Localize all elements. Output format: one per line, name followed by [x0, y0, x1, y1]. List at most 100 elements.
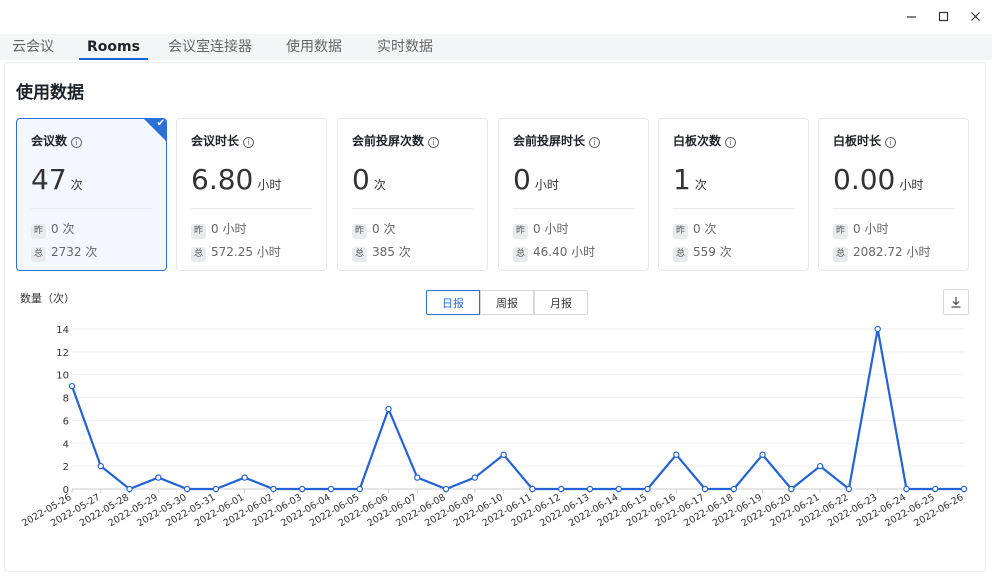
- card-value: 0 小时: [513, 163, 559, 196]
- card-title: 会议数 i: [31, 132, 83, 149]
- card-title: 会前投屏次数 i: [352, 132, 440, 149]
- data-point: [673, 451, 680, 458]
- card-divider: [833, 208, 954, 209]
- info-icon[interactable]: i: [725, 137, 737, 148]
- data-point: [759, 451, 766, 458]
- card-value-unit: 次: [70, 178, 83, 192]
- card-title-text: 会前投屏次数: [352, 134, 425, 148]
- yesterday-badge: 昨: [191, 224, 206, 239]
- maximize-icon[interactable]: [928, 4, 958, 28]
- data-point: [68, 382, 76, 390]
- card-total-value: 385 次: [372, 245, 411, 259]
- card-value: 6.80 小时: [191, 163, 281, 196]
- data-point: [816, 462, 824, 470]
- data-point: [155, 474, 162, 481]
- info-icon[interactable]: i: [428, 137, 440, 148]
- data-point: [471, 474, 479, 481]
- data-point: [615, 485, 622, 493]
- minimize-icon[interactable]: [896, 4, 926, 28]
- card-total-row: 总 46.40 小时: [513, 243, 595, 262]
- card-value: 0次: [352, 163, 386, 196]
- card-yesterday-row: 昨 0 小时: [513, 220, 568, 239]
- download-icon: [951, 297, 961, 308]
- card-divider: [352, 208, 473, 209]
- y-tick-label: 6: [63, 416, 69, 427]
- card-total-value: 46.40 小时: [533, 245, 596, 259]
- stat-card[interactable]: 白板次数 i 1 次昨 0 次总 559 次: [658, 118, 809, 271]
- y-tick-label: 8: [63, 394, 69, 405]
- card-total-row: 总 2082.72 小时: [833, 243, 930, 262]
- card-total-value: 572.25 小时: [211, 245, 281, 259]
- data-point: [97, 462, 104, 470]
- total-badge: 总: [673, 247, 688, 262]
- data-point: [442, 485, 450, 493]
- stat-card[interactable]: 白板时长 i 0.00 小时昨 0 小时总 2082.72 小时: [818, 118, 969, 271]
- info-icon[interactable]: i: [589, 137, 601, 148]
- download-button[interactable]: [943, 289, 969, 315]
- data-point: [183, 485, 191, 493]
- info-icon[interactable]: i: [71, 137, 83, 148]
- card-title: 会议时长 i: [191, 132, 255, 149]
- tab-usage-data[interactable]: 使用数据: [286, 37, 342, 60]
- yesterday-badge: 昨: [513, 224, 528, 239]
- card-total-value: 2082.72 小时: [853, 245, 931, 259]
- card-yesterday-row: 昨 0 次: [673, 220, 716, 239]
- period-weekly-button[interactable]: 周报: [480, 290, 534, 315]
- info-icon[interactable]: i: [885, 137, 897, 148]
- card-title-text: 会议数: [31, 134, 68, 148]
- data-point: [644, 485, 651, 493]
- card-value-unit: 小时: [534, 178, 559, 192]
- data-point: [845, 485, 853, 493]
- card-yesterday-value: 0 次: [372, 222, 396, 236]
- info-icon[interactable]: i: [243, 137, 255, 148]
- close-icon[interactable]: [960, 4, 990, 28]
- data-point: [586, 485, 594, 493]
- card-total-row: 总 2732 次: [31, 243, 97, 262]
- card-title: 会前投屏时长 i: [513, 132, 601, 149]
- card-total-row: 总 559 次: [673, 243, 732, 262]
- card-value: 47 次: [31, 163, 83, 196]
- period-monthly-button[interactable]: 月报: [534, 290, 588, 315]
- window-title-bar: [0, 0, 992, 34]
- card-yesterday-row: 昨 0 次: [31, 220, 74, 239]
- data-point: [557, 485, 565, 493]
- total-badge: 总: [352, 247, 367, 262]
- total-badge: 总: [513, 247, 528, 262]
- card-divider: [191, 208, 312, 209]
- card-value-number: 47: [31, 163, 67, 196]
- data-point: [241, 474, 248, 481]
- y-tick-label: 10: [56, 371, 69, 382]
- data-point: [529, 485, 536, 493]
- card-title: 白板次数 i: [673, 132, 737, 149]
- tab-room-connector[interactable]: 会议室连接器: [168, 37, 252, 60]
- data-point: [414, 474, 421, 481]
- card-total-row: 总 385 次: [352, 243, 411, 262]
- card-value: 0.00 小时: [833, 163, 923, 196]
- data-point: [500, 451, 507, 458]
- total-badge: 总: [191, 247, 206, 262]
- check-icon: ✔: [156, 118, 165, 129]
- data-point: [932, 485, 939, 493]
- card-total-value: 2732 次: [51, 245, 98, 259]
- tab-rooms[interactable]: Rooms: [79, 37, 148, 60]
- yesterday-badge: 昨: [833, 224, 848, 239]
- card-title-text: 白板时长: [833, 134, 882, 148]
- stat-card[interactable]: ✔ 会议数 i 47 次昨 0 次总 2732 次: [16, 118, 167, 271]
- period-daily-button[interactable]: 日报: [426, 290, 480, 315]
- stat-card[interactable]: 会前投屏次数 i 0 次昨 0 次总 385 次: [337, 118, 488, 271]
- card-value-unit: 小时: [257, 178, 282, 192]
- stat-card[interactable]: 会前投屏时长 i 0 小时昨 0 小时总 46.40 小时: [498, 118, 649, 271]
- card-title: 白板时长 i: [833, 132, 897, 149]
- tab-cloud-meeting[interactable]: 云会议: [12, 37, 54, 60]
- card-yesterday-row: 昨 0 小时: [191, 220, 246, 239]
- card-value: 1次: [673, 163, 707, 196]
- card-yesterday-row: 昨 0 次: [352, 220, 395, 239]
- top-tabs: 云会议 Rooms 会议室连接器 使用数据 实时数据: [0, 34, 992, 60]
- yesterday-badge: 昨: [352, 224, 367, 239]
- card-value-number: 0: [352, 163, 370, 196]
- tab-realtime-data[interactable]: 实时数据: [377, 37, 433, 60]
- card-divider: [513, 208, 634, 209]
- y-tick-label: 14: [56, 325, 69, 336]
- stat-card[interactable]: 会议时长 i 6.80 小时昨 0 小时总 572.25 小时: [176, 118, 327, 271]
- page-title: 使用数据: [16, 83, 84, 103]
